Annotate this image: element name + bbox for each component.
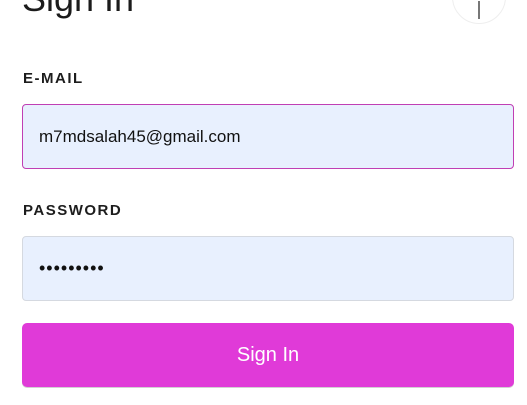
password-label: PASSWORD (23, 202, 123, 219)
page-title: Sign In (22, 0, 134, 17)
password-input[interactable] (22, 236, 514, 301)
sign-in-modal: Sign In E-MAIL PASSWORD Sign In (0, 0, 527, 405)
close-button[interactable] (452, 0, 506, 24)
close-icon (478, 1, 480, 19)
sign-in-button[interactable]: Sign In (22, 323, 514, 387)
email-input[interactable] (22, 104, 514, 169)
email-label: E-MAIL (23, 70, 84, 87)
